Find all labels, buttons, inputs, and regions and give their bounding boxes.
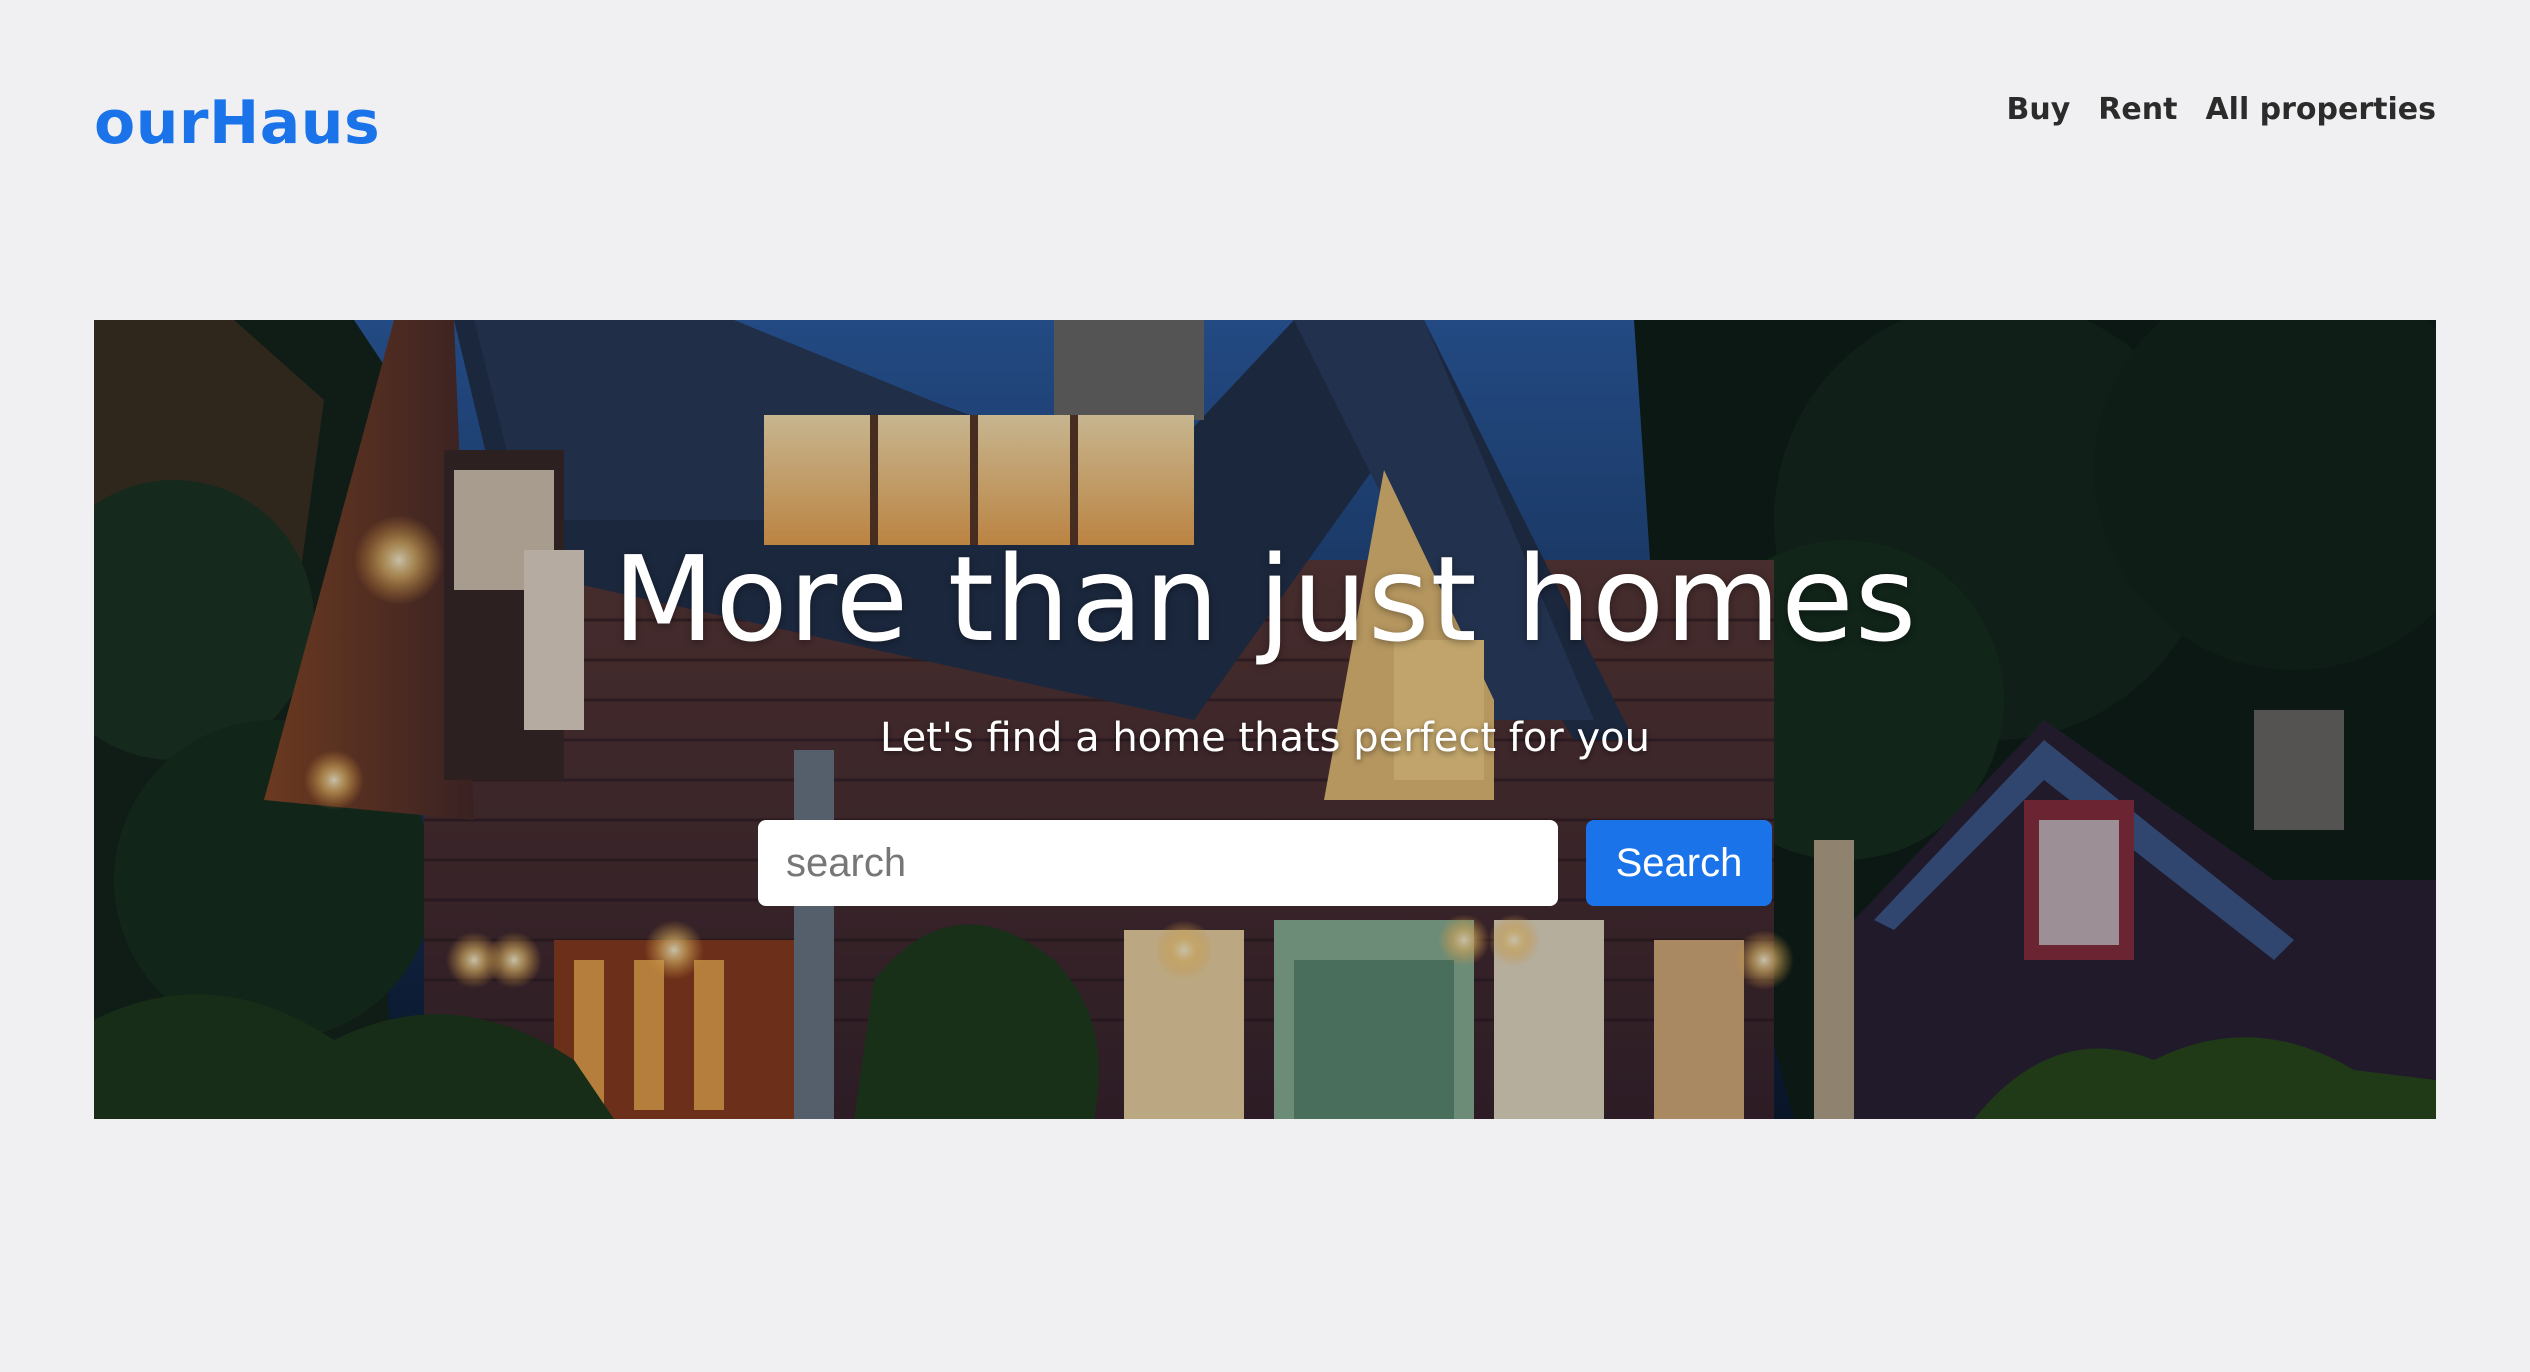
nav-link-all-properties[interactable]: All properties [2205, 92, 2436, 127]
search-input[interactable] [758, 820, 1558, 906]
site-header: ourHaus Buy Rent All properties [94, 0, 2436, 200]
hero-banner: More than just homes Let's find a home t… [94, 320, 2436, 1119]
brand-logo[interactable]: ourHaus [94, 88, 380, 158]
search-bar: Search [758, 820, 1772, 906]
hero-content: More than just homes Let's find a home t… [94, 320, 2436, 1119]
nav-link-buy[interactable]: Buy [2007, 92, 2071, 127]
main-nav: Buy Rent All properties [2007, 92, 2437, 127]
hero-subtitle: Let's find a home thats perfect for you [880, 715, 1650, 761]
search-button[interactable]: Search [1586, 820, 1772, 906]
hero-title: More than just homes [612, 530, 1918, 668]
nav-link-rent[interactable]: Rent [2098, 92, 2177, 127]
